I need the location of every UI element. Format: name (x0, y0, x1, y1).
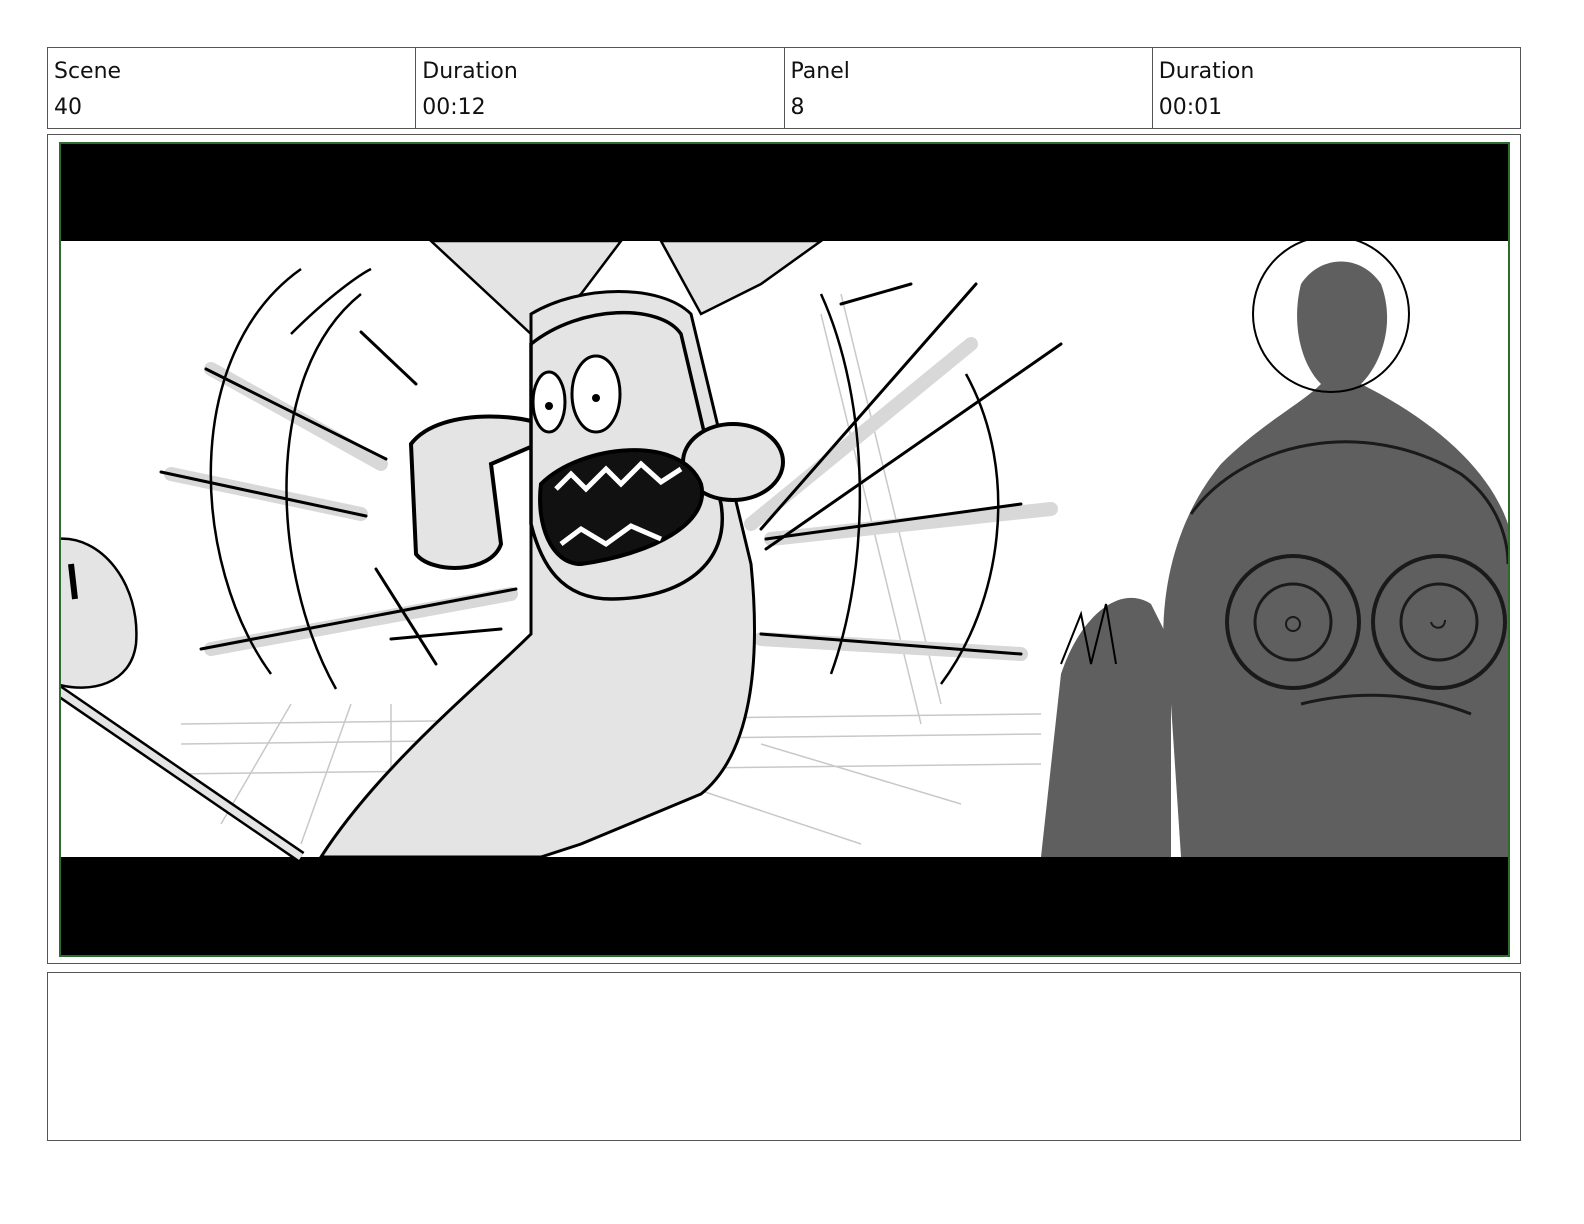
panel-notes-box (47, 972, 1521, 1141)
scene-duration-value: 00:12 (422, 95, 486, 120)
panel-duration-label: Duration (1158, 59, 1255, 84)
letterbox-top (61, 144, 1508, 241)
panel-value: 8 (790, 95, 805, 120)
scene-duration-label: Duration (422, 59, 518, 84)
scene-label: Scene (54, 59, 122, 84)
scene-duration-cell: Duration 00:12 (416, 48, 785, 128)
scene-value: 40 (54, 95, 82, 120)
letterbox-bottom (61, 857, 1508, 955)
panel-duration-cell: Duration 00:01 (1153, 48, 1520, 128)
panel-info-header: Scene 40 Duration 00:12 Panel 8 Duration… (47, 47, 1521, 129)
storyboard-frame (59, 142, 1510, 957)
scene-cell: Scene 40 (48, 48, 417, 128)
storyboard-frame-box (47, 134, 1521, 964)
panel-cell: Panel 8 (785, 48, 1153, 128)
panel-duration-value: 00:01 (1158, 95, 1223, 120)
sketch-image-area (61, 235, 1508, 862)
storyboard-sketch (61, 144, 1508, 955)
panel-label: Panel (790, 59, 850, 84)
